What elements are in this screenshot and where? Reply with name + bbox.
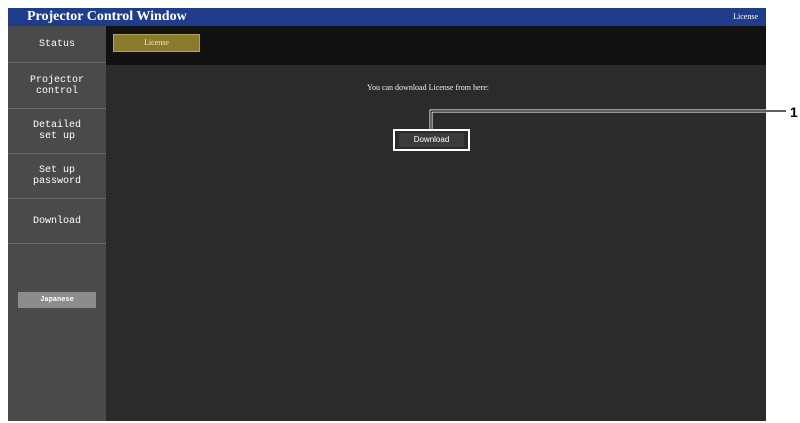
- sidebar-item-detailed-set-up[interactable]: Detailed set up: [8, 109, 106, 154]
- title-bar: Projector Control Window License: [8, 8, 766, 26]
- tab-license[interactable]: License: [113, 34, 200, 52]
- sidebar-item-projector-control[interactable]: Projector control: [8, 63, 106, 109]
- callout-number: 1: [790, 104, 798, 120]
- tab-bar: License: [106, 26, 766, 65]
- japanese-language-button[interactable]: Japanese: [18, 292, 96, 308]
- download-message: You can download License from here:: [366, 83, 490, 92]
- projector-control-window: Projector Control Window License Status …: [8, 8, 766, 421]
- sidebar-item-set-up-password[interactable]: Set up password: [8, 154, 106, 199]
- app-title: Projector Control Window: [27, 9, 187, 24]
- page: Projector Control Window License Status …: [0, 0, 800, 423]
- license-link[interactable]: License: [733, 8, 758, 26]
- sidebar-item-download[interactable]: Download: [8, 199, 106, 244]
- download-button[interactable]: Download: [399, 133, 464, 147]
- sidebar-item-status[interactable]: Status: [8, 26, 106, 63]
- sidebar: Status Projector control Detailed set up…: [8, 26, 106, 421]
